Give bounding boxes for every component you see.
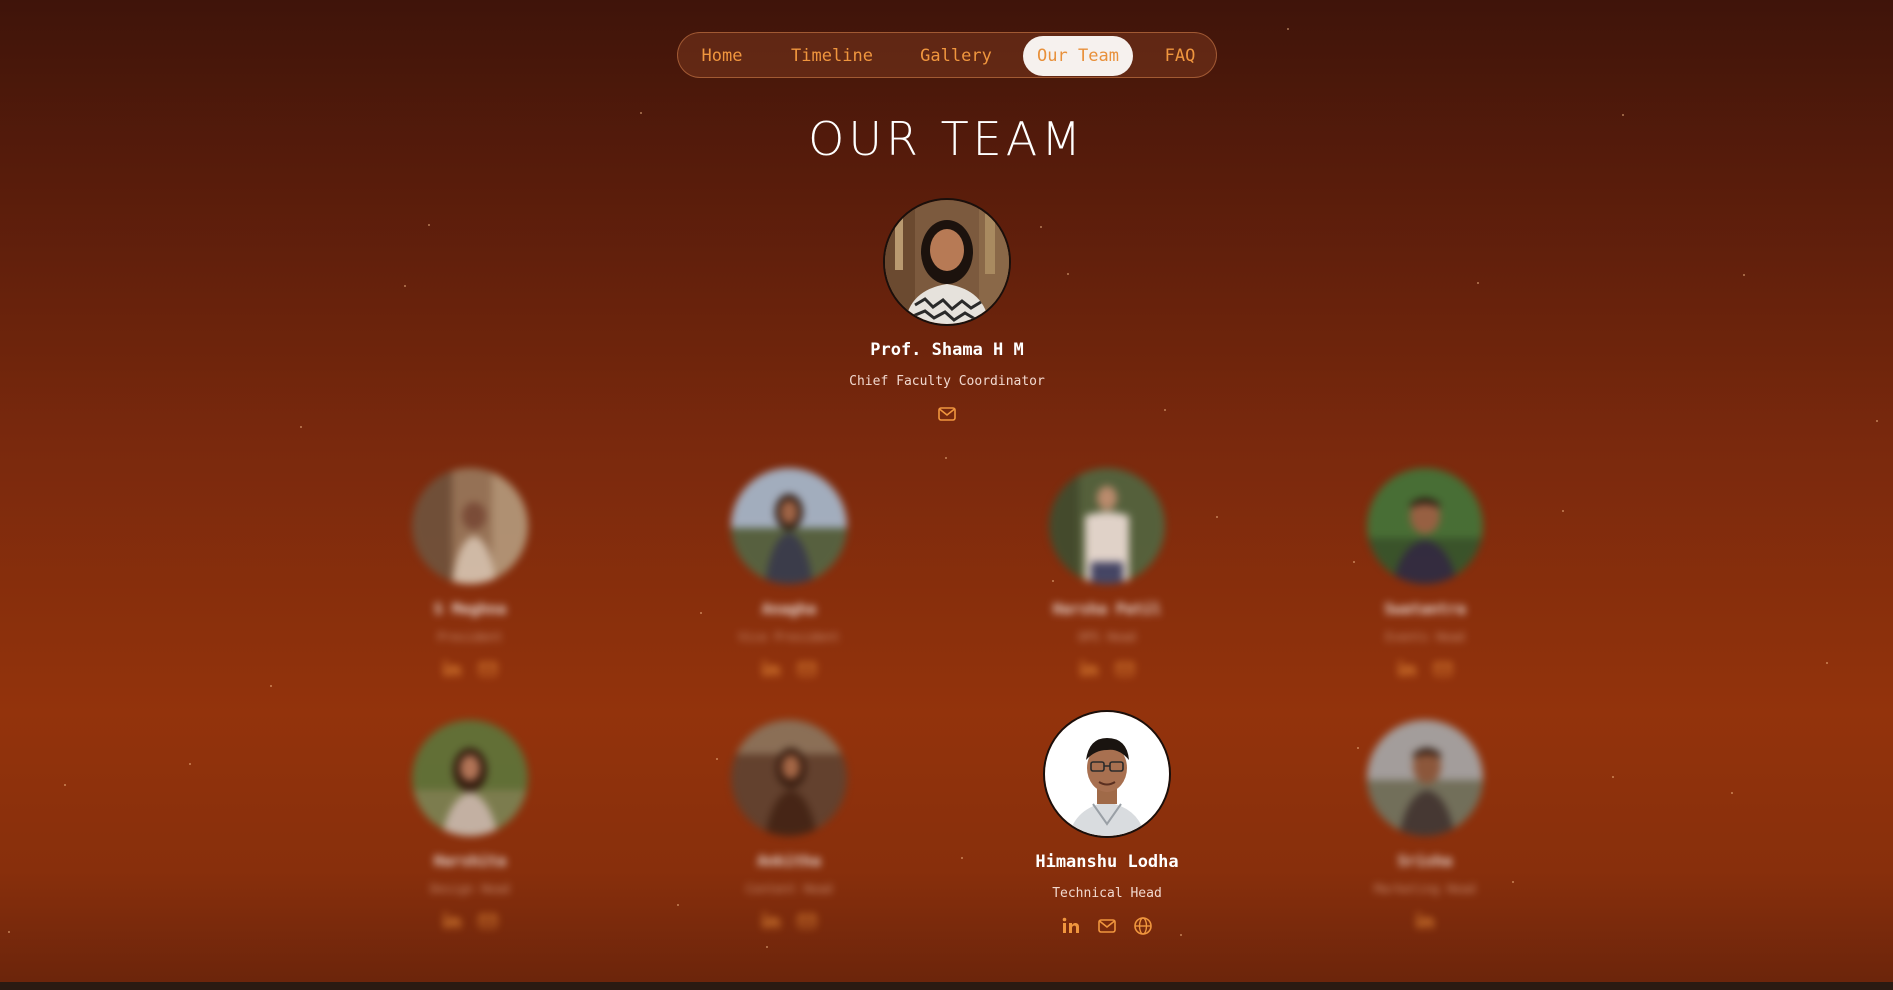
- team-member-card: Harshita Design Head: [320, 720, 620, 932]
- nav-gallery[interactable]: Gallery: [906, 36, 1006, 76]
- member-role: Events Head: [1385, 630, 1465, 644]
- linkedin-icon[interactable]: [1078, 658, 1100, 680]
- nav-faq[interactable]: FAQ: [1155, 36, 1205, 76]
- member-name: Ankitha: [757, 852, 821, 870]
- page-bottom-edge: [0, 982, 1893, 990]
- mail-icon[interactable]: [477, 910, 499, 932]
- mail-icon[interactable]: [796, 910, 818, 932]
- member-role: OPS Head: [1078, 630, 1136, 644]
- linkedin-icon[interactable]: [441, 658, 463, 680]
- mail-icon[interactable]: [796, 658, 818, 680]
- mail-icon[interactable]: [936, 403, 958, 425]
- coordinator-name: Prof. Shama H M: [870, 340, 1024, 360]
- nav-timeline[interactable]: Timeline: [775, 36, 889, 76]
- coordinator-card: Prof. Shama H M Chief Faculty Coordinato…: [797, 198, 1097, 425]
- member-avatar: [731, 720, 847, 836]
- linkedin-icon[interactable]: [760, 658, 782, 680]
- member-role: Content Head: [745, 882, 833, 896]
- member-avatar: [1367, 468, 1483, 584]
- coordinator-avatar: [883, 198, 1011, 326]
- team-member-card: Swatantra Events Head: [1275, 468, 1575, 680]
- member-avatar: [1049, 468, 1165, 584]
- team-member-card: Ankitha Content Head: [639, 720, 939, 932]
- linkedin-icon[interactable]: [760, 910, 782, 932]
- member-name: Swatantra: [1384, 600, 1466, 618]
- team-member-card: S Meghna President: [320, 468, 620, 680]
- team-member-card: Srisha Marketing Head: [1275, 720, 1575, 932]
- nav-home[interactable]: Home: [688, 36, 756, 76]
- member-name: Anagha: [761, 600, 817, 618]
- nav-our-team[interactable]: Our Team: [1023, 36, 1133, 76]
- member-name: S Meghna: [433, 600, 507, 618]
- coordinator-role: Chief Faculty Coordinator: [849, 374, 1045, 389]
- member-role: Technical Head: [1052, 886, 1162, 901]
- mail-icon[interactable]: [1432, 658, 1454, 680]
- member-name: Harshita: [433, 852, 507, 870]
- member-role: Vice President: [738, 630, 840, 644]
- linkedin-icon[interactable]: [1414, 910, 1436, 932]
- mail-icon[interactable]: [1096, 915, 1118, 937]
- member-avatar: [731, 468, 847, 584]
- team-member-card: Anagha Vice President: [639, 468, 939, 680]
- member-role: Design Head: [430, 882, 510, 896]
- member-role: Marketing Head: [1374, 882, 1476, 896]
- linkedin-icon[interactable]: [1060, 915, 1082, 937]
- member-avatar: [1367, 720, 1483, 836]
- linkedin-icon[interactable]: [441, 910, 463, 932]
- page-title: OUR TEAM: [808, 112, 1085, 166]
- mail-icon[interactable]: [1114, 658, 1136, 680]
- member-avatar: [412, 468, 528, 584]
- top-nav: Home Timeline Gallery Our Team FAQ: [677, 32, 1217, 78]
- mail-icon[interactable]: [477, 658, 499, 680]
- member-name: Srisha: [1397, 852, 1453, 870]
- member-avatar: [412, 720, 528, 836]
- team-member-card: Harsha Patil OPS Head: [957, 468, 1257, 680]
- member-avatar: [1043, 710, 1171, 838]
- member-name: Harsha Patil: [1052, 600, 1162, 618]
- member-name: Himanshu Lodha: [1035, 852, 1179, 872]
- linkedin-icon[interactable]: [1396, 658, 1418, 680]
- globe-icon[interactable]: [1132, 915, 1154, 937]
- team-member-card-focused: Himanshu Lodha Technical Head: [957, 710, 1257, 937]
- member-role: President: [437, 630, 503, 644]
